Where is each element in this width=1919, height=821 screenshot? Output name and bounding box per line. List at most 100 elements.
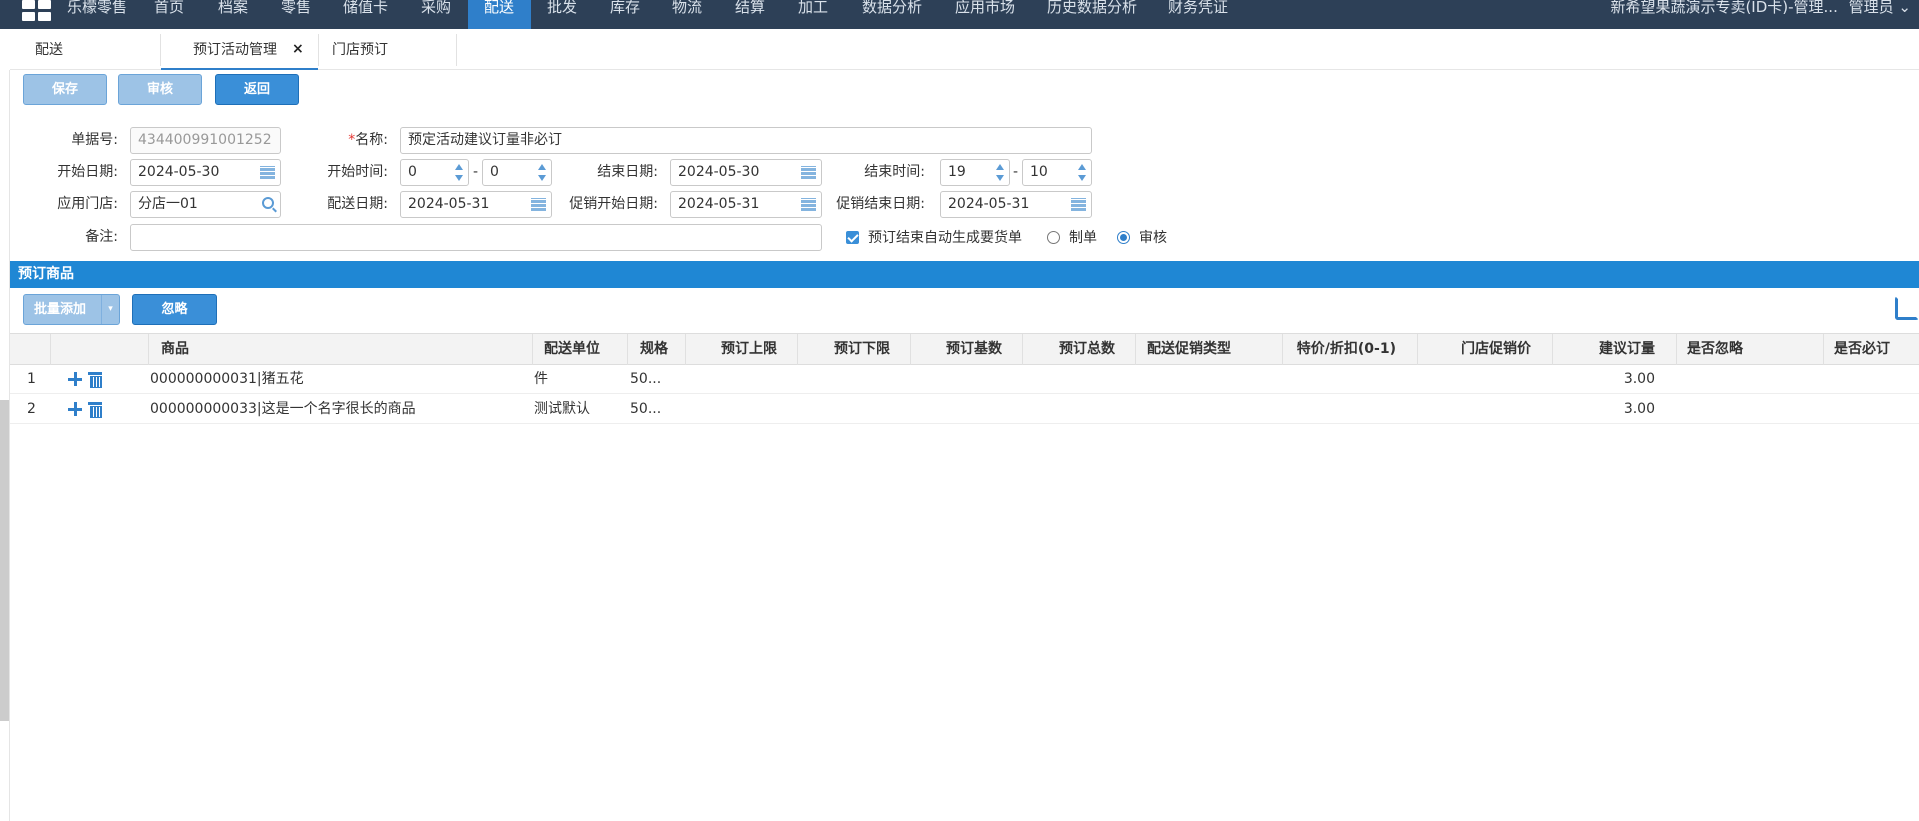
column-promo-type[interactable]: 配送促销类型 — [1135, 334, 1282, 365]
spinner-arrows-icon[interactable] — [454, 162, 464, 183]
cell-suggested-qty: 3.00 — [1623, 371, 1655, 387]
promo-start-label: 促销开始日期: — [569, 196, 658, 212]
radio-draft[interactable] — [1047, 231, 1060, 244]
order-no-field: 434400991001252 — [130, 127, 281, 154]
trash-icon[interactable] — [88, 402, 102, 418]
column-spec[interactable]: 规格 — [627, 334, 685, 365]
close-icon[interactable]: × — [292, 41, 304, 57]
start-hour-stepper[interactable]: 0 — [400, 159, 469, 186]
audit-button[interactable]: 审核 — [118, 74, 202, 105]
end-minute-stepper[interactable]: 10 — [1022, 159, 1092, 186]
batch-add-button[interactable]: 批量添加 ▾ — [23, 294, 120, 325]
name-label: *名称: — [300, 127, 388, 154]
search-icon[interactable] — [262, 197, 274, 209]
nav-item-logistics[interactable]: 物流 — [672, 0, 702, 29]
delivery-date-field[interactable]: 2024-05-31 — [400, 191, 552, 218]
account-menu[interactable]: 新希望果蔬演示专卖(ID卡)-管理... 管理员 ⌄ — [1610, 0, 1911, 16]
scrollbar[interactable] — [0, 400, 9, 721]
name-label-text: 名称: — [355, 132, 388, 148]
nav-item-delivery[interactable]: 配送 — [468, 0, 531, 29]
promo-start-field[interactable]: 2024-05-31 — [670, 191, 822, 218]
start-date-value: 2024-05-30 — [138, 164, 220, 180]
nav-item-retail[interactable]: 零售 — [281, 0, 311, 29]
column-product[interactable]: 商品 — [148, 334, 532, 365]
brand-name[interactable]: 乐檬零售 — [67, 0, 127, 29]
plus-icon[interactable] — [68, 402, 82, 416]
cell-spec: 50... — [630, 371, 662, 387]
nav-item-archive[interactable]: 档案 — [218, 0, 248, 29]
column-base[interactable]: 预订基数 — [910, 334, 1022, 365]
column-unit[interactable]: 配送单位 — [532, 334, 627, 365]
remark-label: 备注: — [85, 229, 118, 245]
cell-spec: 50... — [630, 401, 662, 417]
order-no-label: 单据号: — [71, 132, 118, 148]
cell-product: 000000000033|这是一个名字很长的商品 — [150, 401, 416, 417]
back-button[interactable]: 返回 — [215, 74, 299, 105]
radio-audit[interactable] — [1117, 231, 1130, 244]
trash-icon[interactable] — [88, 372, 102, 388]
edit-icon[interactable] — [1895, 296, 1919, 320]
tab-store-preorder[interactable]: 门店预订 — [332, 30, 388, 70]
spinner-arrows-icon[interactable] — [995, 162, 1005, 183]
nav-item-settlement[interactable]: 结算 — [735, 0, 765, 29]
delivery-date-label: 配送日期: — [327, 196, 388, 212]
plus-icon[interactable] — [68, 372, 82, 386]
column-ignored[interactable]: 是否忽略 — [1676, 334, 1823, 365]
nav-item-purchase[interactable]: 采购 — [421, 0, 451, 29]
column-store-promo-price[interactable]: 门店促销价 — [1417, 334, 1552, 365]
start-hour-value: 0 — [408, 164, 417, 180]
end-hour-stepper[interactable]: 19 — [940, 159, 1010, 186]
nav-item-finance-voucher[interactable]: 财务凭证 — [1168, 0, 1228, 29]
spinner-arrows-icon[interactable] — [537, 162, 547, 183]
start-time-label: 开始时间: — [327, 164, 388, 180]
cell-suggested-qty: 3.00 — [1623, 401, 1655, 417]
nav-item-inventory[interactable]: 库存 — [610, 0, 640, 29]
column-required[interactable]: 是否必订 — [1823, 334, 1919, 365]
nav-item-stored-card[interactable]: 储值卡 — [343, 0, 388, 29]
end-date-label: 结束日期: — [597, 164, 658, 180]
end-date-field[interactable]: 2024-05-30 — [670, 159, 822, 186]
time-separator: - — [473, 164, 479, 180]
column-upper-limit[interactable]: 预订上限 — [685, 334, 797, 365]
auto-generate-label: 预订结束自动生成要货单 — [868, 230, 1022, 246]
tab-bar: 配送 预订活动管理 × 门店预订 — [10, 30, 1919, 70]
apps-grid-icon[interactable] — [22, 0, 52, 22]
remark-field[interactable] — [130, 224, 822, 251]
tab-label: 预订活动管理 — [193, 42, 277, 58]
end-date-value: 2024-05-30 — [678, 164, 760, 180]
grid-header: 商品 配送单位 规格 预订上限 预订下限 预订基数 预订总数 配送促销类型 特价… — [10, 333, 1919, 365]
promo-end-field[interactable]: 2024-05-31 — [940, 191, 1092, 218]
spinner-arrows-icon[interactable] — [1077, 162, 1087, 183]
nav-item-history-analysis[interactable]: 历史数据分析 — [1047, 0, 1137, 29]
calendar-icon[interactable] — [1071, 198, 1086, 211]
calendar-icon[interactable] — [260, 166, 275, 179]
ignore-button[interactable]: 忽略 — [132, 294, 217, 325]
nav-item-home[interactable]: 首页 — [154, 0, 184, 29]
tab-delivery[interactable]: 配送 — [35, 30, 63, 70]
nav-item-app-market[interactable]: 应用市场 — [955, 0, 1015, 29]
top-nav: 乐檬零售 首页 档案 零售 储值卡 采购 配送 批发 库存 物流 结算 加工 数… — [0, 0, 1919, 29]
cell-unit: 测试默认 — [534, 401, 590, 417]
store-field[interactable]: 分店一01 — [130, 191, 281, 218]
table-row[interactable]: 1 000000000031|猪五花 件 50... 3.00 — [10, 365, 1919, 394]
caret-down-icon[interactable]: ▾ — [101, 295, 119, 324]
calendar-icon[interactable] — [531, 198, 546, 211]
nav-item-wholesale[interactable]: 批发 — [547, 0, 577, 29]
column-total[interactable]: 预订总数 — [1022, 334, 1135, 365]
nav-item-processing[interactable]: 加工 — [798, 0, 828, 29]
nav-item-data-analysis[interactable]: 数据分析 — [862, 0, 922, 29]
start-date-field[interactable]: 2024-05-30 — [130, 159, 281, 186]
promo-end-value: 2024-05-31 — [948, 196, 1030, 212]
calendar-icon[interactable] — [801, 166, 816, 179]
calendar-icon[interactable] — [801, 198, 816, 211]
store-label: 应用门店: — [57, 196, 118, 212]
start-minute-stepper[interactable]: 0 — [482, 159, 552, 186]
column-lower-limit[interactable]: 预订下限 — [797, 334, 910, 365]
chevron-down-icon: ⌄ — [1898, 0, 1911, 16]
column-discount[interactable]: 特价/折扣(0-1) — [1282, 334, 1417, 365]
save-button[interactable]: 保存 — [23, 74, 107, 105]
auto-generate-checkbox[interactable] — [846, 231, 859, 244]
name-field[interactable]: 预定活动建议订量非必订 — [400, 127, 1092, 154]
column-suggested-qty[interactable]: 建议订量 — [1552, 334, 1676, 365]
table-row[interactable]: 2 000000000033|这是一个名字很长的商品 测试默认 50... 3.… — [10, 395, 1919, 424]
